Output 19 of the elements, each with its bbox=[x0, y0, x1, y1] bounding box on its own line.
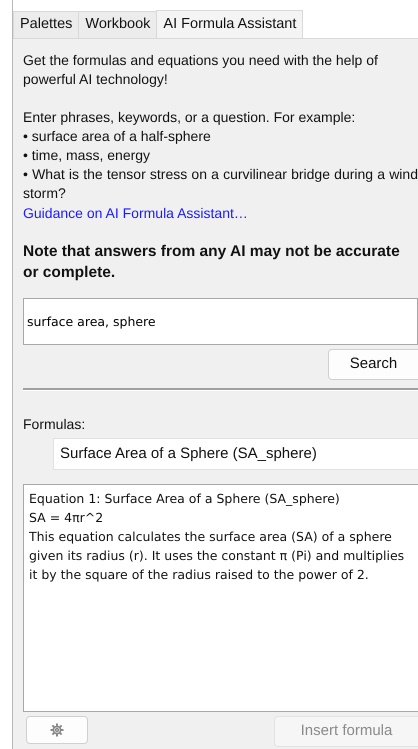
search-button[interactable]: Search bbox=[328, 349, 418, 380]
formula-dropdown[interactable]: Surface Area of a Sphere (SA_sphere) bbox=[53, 438, 418, 470]
query-field[interactable]: surface area, sphere bbox=[23, 298, 418, 345]
example-item: • surface area of a half-sphere bbox=[23, 127, 212, 146]
examples-heading: Enter phrases, keywords, or a question. For example: bbox=[23, 108, 356, 127]
disclaimer-text: Note that answers from any AI may not be accurate or complete. bbox=[23, 242, 401, 283]
intro-text: Get the formulas and equations you need with the help of powerful AI technology! bbox=[23, 51, 379, 89]
equation-formula: SA = 4πr^2 bbox=[29, 509, 104, 527]
settings-button[interactable] bbox=[26, 716, 88, 744]
tab[interactable]: Palettes bbox=[13, 11, 80, 38]
formulas-label: Formulas: bbox=[23, 414, 86, 434]
equation-title: Equation 1: Surface Area of a Sphere (SA_sphere) bbox=[29, 490, 341, 508]
guidance-link[interactable]: Guidance on AI Formula Assistant… bbox=[23, 205, 248, 221]
settings-icon bbox=[50, 723, 64, 737]
equation-description: This equation calculates the surface area (SA) of a sphere given its radius (r). It uses the constant π (Pi) and multiplies it by the square of the radius raised to the power of 2. bbox=[29, 528, 406, 584]
example-item: • time, mass, energy bbox=[23, 146, 152, 165]
tab[interactable]: AI Formula Assistant bbox=[156, 10, 304, 38]
example-item: • What is the tensor stress on a curvilinear bridge during a wind storm? bbox=[23, 165, 418, 203]
tab[interactable]: Workbook bbox=[78, 11, 158, 38]
